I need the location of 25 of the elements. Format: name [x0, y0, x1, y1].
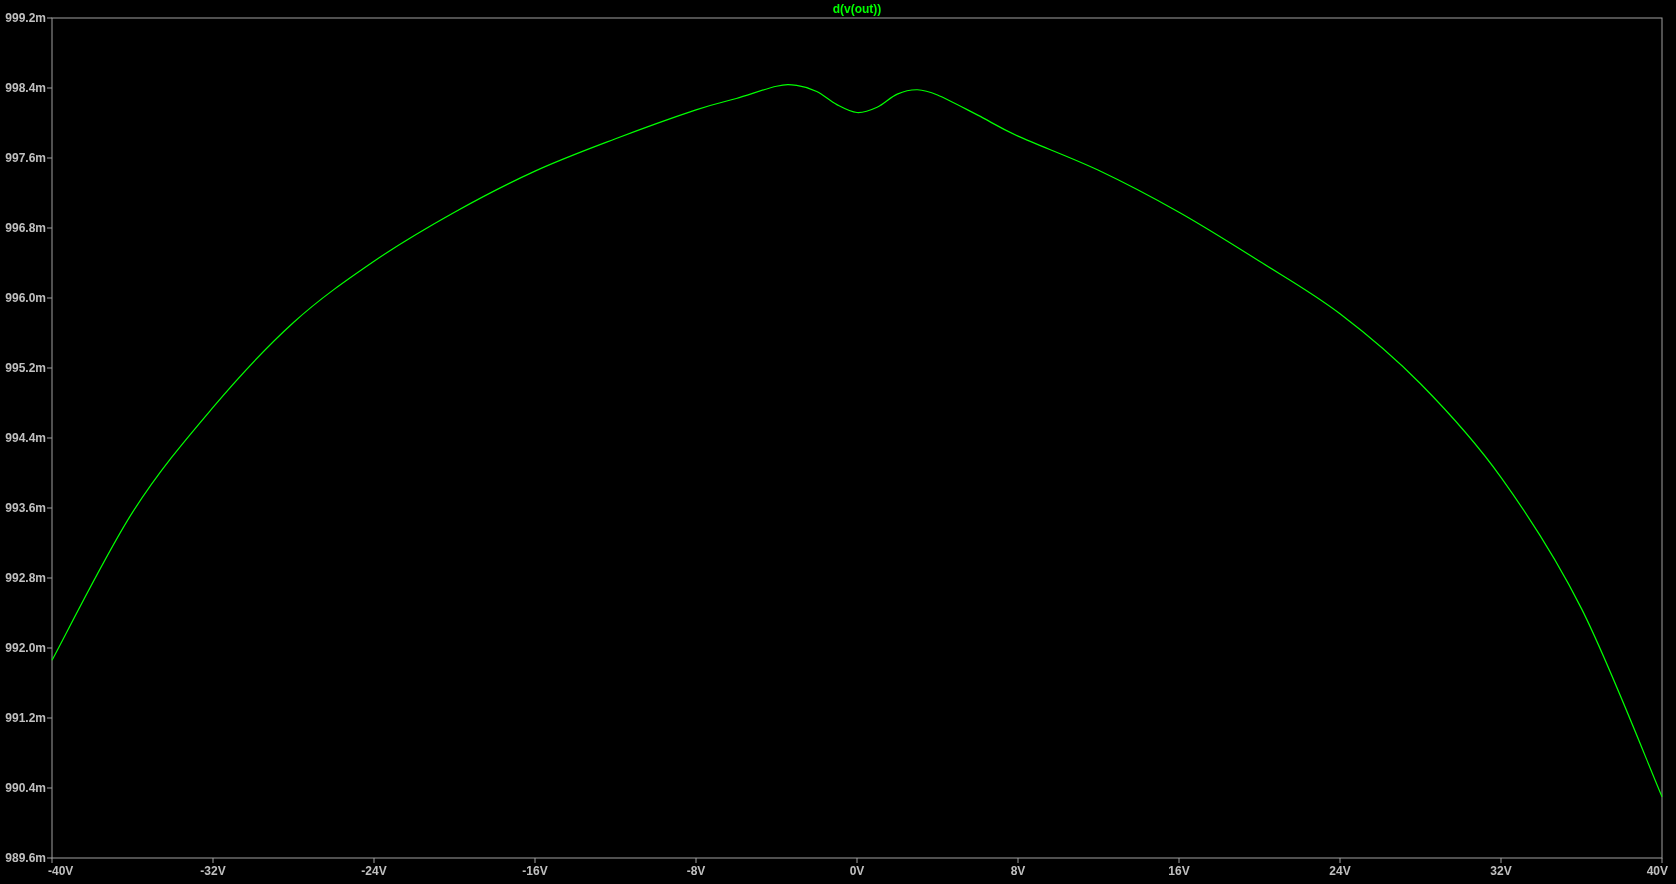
y-tick-label: 998.4m [5, 81, 46, 95]
x-tick-label: -24V [361, 864, 387, 878]
y-tick-label: 996.8m [5, 221, 46, 235]
x-tick-label: -40V [48, 864, 74, 878]
x-tick-label: -16V [522, 864, 548, 878]
x-tick-label: 40V [1646, 864, 1668, 878]
x-tick-label: 32V [1490, 864, 1512, 878]
y-tick-label: 989.6m [5, 851, 46, 865]
y-tick-label: 997.6m [5, 151, 46, 165]
y-tick-label: 990.4m [5, 781, 46, 795]
x-tick-label: 16V [1168, 864, 1190, 878]
x-tick-label: -32V [200, 864, 226, 878]
y-tick-label: 993.6m [5, 501, 46, 515]
y-tick-label: 994.4m [5, 431, 46, 445]
y-tick-label: 995.2m [5, 361, 46, 375]
trace-label: d(v(out)) [832, 2, 882, 16]
y-tick-label: 992.0m [5, 641, 46, 655]
y-tick-label: 999.2m [5, 11, 46, 25]
x-tick-label: 8V [1010, 864, 1026, 878]
x-tick-label: 24V [1329, 864, 1351, 878]
x-tick-label: 0V [849, 864, 865, 878]
y-tick-label: 996.0m [5, 291, 46, 305]
y-tick-label: 992.8m [5, 571, 46, 585]
y-tick-label: 991.2m [5, 711, 46, 725]
x-tick-label: -8V [686, 864, 706, 878]
